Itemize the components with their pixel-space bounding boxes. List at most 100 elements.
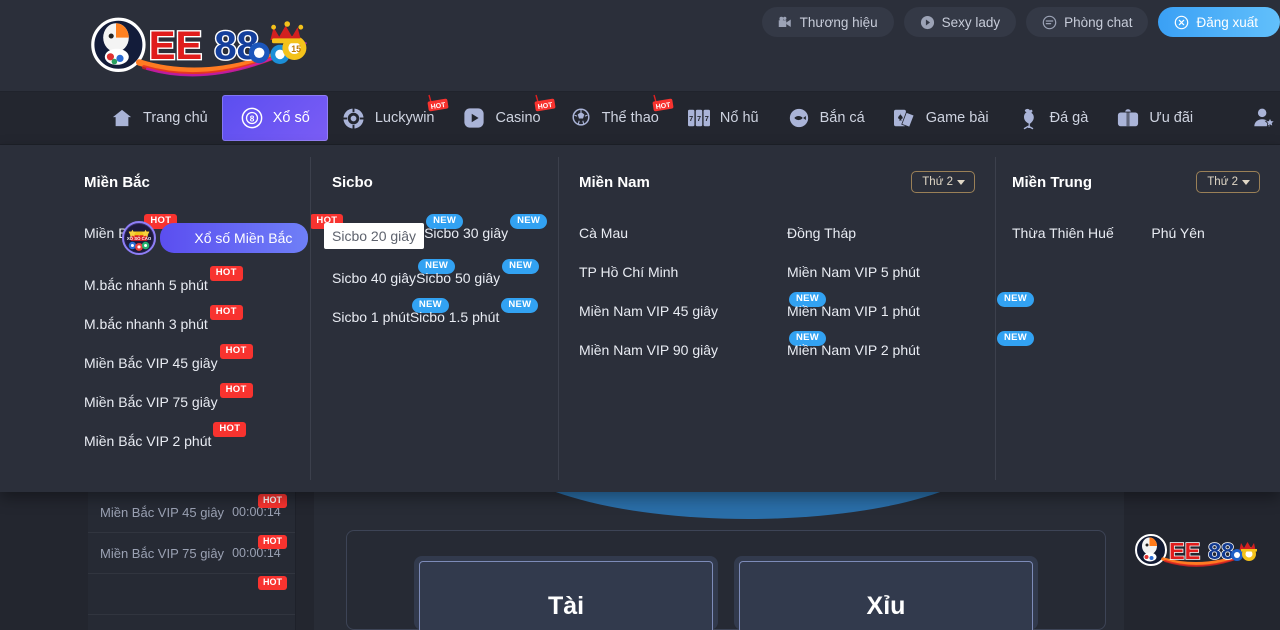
panel-column-mien-trung: Miền Trung Thứ 2 Thừa Thiên Huế Phú Yên (995, 145, 1280, 492)
lottery-link[interactable]: Miền Bắc VIP 75 giây (84, 392, 218, 412)
list-item: Miền Bắc VIP 45 giây HOT (84, 344, 253, 373)
list-item: Phú Yên (1151, 223, 1280, 243)
nav-item-ban-ca[interactable]: Bắn cá (773, 96, 879, 141)
list-item: Miền Nam VIP 90 giây NEW (579, 331, 827, 360)
nav-item-user[interactable] (1252, 106, 1280, 130)
lottery-link-selected[interactable]: Xổ số Miền Bắc (160, 223, 309, 253)
list-item: M.bắc nhanh 5 phút HOT (84, 266, 243, 295)
svg-text:8: 8 (249, 115, 254, 124)
bet-button-tai[interactable]: Tài (414, 556, 718, 630)
svg-text:7: 7 (697, 114, 701, 123)
lottery-link[interactable]: Phú Yên (1151, 223, 1204, 243)
svg-text:88: 88 (1208, 538, 1234, 564)
gift-wallet-icon (1116, 106, 1140, 130)
lottery-link[interactable]: Miền Nam VIP 2 phút (787, 340, 920, 360)
new-badge: NEW (510, 214, 548, 229)
svg-text:HOT: HOT (431, 101, 447, 110)
lottery-link[interactable]: Đồng Tháp (787, 223, 856, 243)
panel-column-sicbo: Sicbo Sicbo 20 giây NEW Sicbo 30 giây NE… (310, 145, 558, 492)
lottery-link[interactable]: M.bắc nhanh 3 phút (84, 314, 208, 334)
nav-item-label: Ưu đãi (1149, 110, 1194, 126)
lottery-link[interactable]: Sicbo 50 giây (416, 268, 500, 288)
hot-badge: HOT (258, 494, 287, 508)
list-item: Miền Nam VIP 2 phút NEW (787, 331, 1035, 360)
nav-item-label: Trang chủ (143, 110, 208, 126)
list-item: Miền Nam VIP 45 giây NEW (579, 292, 827, 321)
lottery-link[interactable]: Sicbo 1.5 phút (410, 307, 500, 327)
lottery-link[interactable]: Miền Nam VIP 90 giây (579, 340, 718, 360)
svg-text:HOT: HOT (655, 101, 671, 110)
day-selector-mien-nam[interactable]: Thứ 2 (911, 171, 975, 193)
nav-item-uu-dai[interactable]: Ưu đãi (1102, 96, 1207, 141)
nav-item-luckywin[interactable]: Luckywin HOT (328, 94, 449, 141)
svg-text:EE: EE (1169, 538, 1200, 564)
timer-row[interactable]: Miền Bắc VIP 45 giây 00:00:14 HOT (88, 492, 295, 533)
lottery-link[interactable]: Miền Nam VIP 1 phút (787, 301, 920, 321)
list-item: Sicbo 50 giây NEW (416, 259, 540, 288)
column-title: Sicbo (332, 173, 373, 191)
column-header: Miền Nam Thứ 2 (579, 169, 995, 195)
bet-button-tai-label: Tài (547, 592, 585, 620)
nav-item-label: Nổ hũ (719, 110, 759, 126)
timer-row[interactable]: Miền Bắc VIP 75 giây 00:00:14 HOT (88, 533, 295, 574)
column-links: Cà Mau Đồng Tháp TP Hồ Chí Minh Miền Nam… (579, 223, 1035, 379)
nav-item-casino[interactable]: Casino HOT (448, 94, 555, 141)
nav-item-game-bai[interactable]: Game bài (879, 96, 1003, 141)
lottery-link[interactable]: TP Hồ Chí Minh (579, 262, 678, 282)
home-icon (110, 106, 134, 130)
playing-cards-icon (893, 106, 917, 130)
svg-text:7: 7 (689, 114, 693, 123)
hot-badge: HOT (258, 576, 287, 590)
game-arc-decoration (498, 489, 998, 525)
main-nav: Trang chủ 8 Xổ số Luckywin HOT Casino HO… (0, 92, 1280, 145)
list-item: Sicbo 1 phút NEW (332, 298, 449, 327)
lottery-mienbac-icon: XỔ SỐ CÀO (122, 221, 157, 255)
nav-item-trang-chu[interactable]: Trang chủ (96, 96, 222, 141)
hot-badge: HOT (219, 383, 253, 398)
bet-button-xiu[interactable]: Xỉu (734, 556, 1038, 630)
close-circle-icon (1174, 15, 1189, 30)
nav-item-no-hu[interactable]: 777 Nổ hũ (673, 96, 773, 141)
lottery-link[interactable]: Miền Bắc VIP 45 giây (84, 353, 218, 373)
nav-item-xo-so[interactable]: 8 Xổ số (221, 95, 328, 141)
lottery-link[interactable]: Miền Bắc VIP 2 phút (84, 431, 211, 451)
header-button-label: Phòng chat (1064, 14, 1133, 30)
lottery-link-hover[interactable]: Sicbo 20 giây (324, 223, 425, 249)
lottery-link[interactable]: Thừa Thiên Huế (1012, 223, 1114, 243)
timer-row[interactable]: HOT (88, 574, 295, 615)
new-badge: NEW (502, 259, 540, 274)
header-button-thuong-hieu[interactable]: Thương hiệu (761, 7, 894, 37)
day-selector-mien-trung[interactable]: Thứ 2 (1196, 171, 1260, 193)
lottery-link[interactable]: Sicbo 40 giây (332, 268, 416, 288)
header-button-sexy-lady[interactable]: Sexy lady (903, 7, 1017, 37)
play-button-icon (462, 106, 486, 130)
header-button-label: Sexy lady (941, 14, 1001, 30)
hot-badge: HOT (209, 266, 243, 281)
list-item: Cà Mau (579, 223, 787, 243)
brand-logo[interactable]: EE 88 15 (88, 8, 328, 84)
svg-text:HOT: HOT (537, 101, 553, 110)
lottery-link[interactable]: M.bắc nhanh 5 phút (84, 275, 208, 295)
soccer-ball-icon (569, 106, 593, 130)
lottery-link[interactable]: Miền Nam VIP 5 phút (787, 262, 920, 282)
lottery-link[interactable]: Miền Nam VIP 45 giây (579, 301, 718, 321)
list-item: Miền Nam VIP 5 phút (787, 262, 995, 282)
header-button-phong-chat[interactable]: Phòng chat (1026, 7, 1149, 37)
chevron-down-icon (1242, 179, 1250, 185)
column-title: Miền Trung (1012, 173, 1092, 191)
list-item: Miền Bắc VIP 2 phút HOT (84, 422, 247, 451)
nav-item-the-thao[interactable]: Thể thao HOT (555, 94, 674, 141)
lottery-link[interactable]: Sicbo 1 phút (332, 307, 410, 327)
header-button-dang-xuat[interactable]: Đăng xuất (1158, 7, 1280, 37)
header-button-label: Đăng xuất (1196, 14, 1258, 30)
nav-item-da-ga[interactable]: Đá gà (1003, 96, 1103, 141)
timer-row-name: Miền Bắc VIP 75 giây (100, 545, 225, 561)
svg-text:7: 7 (705, 114, 709, 123)
lottery-link[interactable]: Sicbo 30 giây (424, 223, 508, 243)
svg-text:XỔ SỐ CÀO: XỔ SỐ CÀO (127, 236, 152, 241)
day-selector-label: Thứ 2 (1207, 176, 1238, 188)
lottery-link[interactable]: Cà Mau (579, 223, 628, 243)
lottery-ball-icon: 8 (240, 106, 264, 130)
lottery-dropdown-panel: Miền Bắc Miền Bắc HOT Xổ số Miền Bắc XỔ … (0, 145, 1280, 492)
list-item: Sicbo 40 giây NEW (332, 259, 456, 288)
